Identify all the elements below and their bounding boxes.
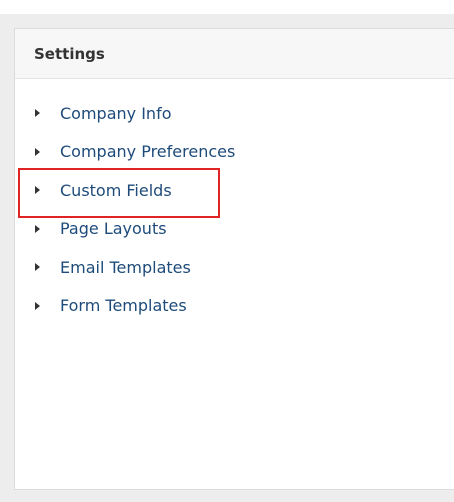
caret-right-icon	[35, 301, 40, 310]
caret-right-icon	[35, 263, 40, 272]
caret-right-icon	[35, 109, 40, 118]
settings-item-form-templates[interactable]: Form Templates	[15, 287, 235, 326]
settings-item-label[interactable]: Custom Fields	[60, 181, 172, 200]
panel-title: Settings	[34, 44, 105, 63]
settings-item-email-templates[interactable]: Email Templates	[15, 248, 235, 287]
settings-item-label[interactable]: Form Templates	[60, 296, 187, 315]
panel-header: Settings	[15, 29, 454, 79]
caret-right-icon	[35, 224, 40, 233]
settings-item-label[interactable]: Email Templates	[60, 258, 191, 277]
settings-item-company-info[interactable]: Company Info	[15, 94, 235, 133]
settings-item-label[interactable]: Company Info	[60, 104, 171, 123]
settings-item-custom-fields[interactable]: Custom Fields	[15, 171, 235, 210]
settings-panel: Settings Company Info Company Preference…	[14, 28, 454, 490]
caret-right-icon	[35, 147, 40, 156]
top-cropped-strip	[0, 0, 454, 14]
settings-item-label[interactable]: Company Preferences	[60, 142, 235, 161]
caret-right-icon	[35, 186, 40, 195]
settings-item-page-layouts[interactable]: Page Layouts	[15, 210, 235, 249]
settings-item-company-preferences[interactable]: Company Preferences	[15, 133, 235, 172]
settings-list: Company Info Company Preferences Custom …	[15, 94, 235, 325]
settings-item-label[interactable]: Page Layouts	[60, 219, 167, 238]
